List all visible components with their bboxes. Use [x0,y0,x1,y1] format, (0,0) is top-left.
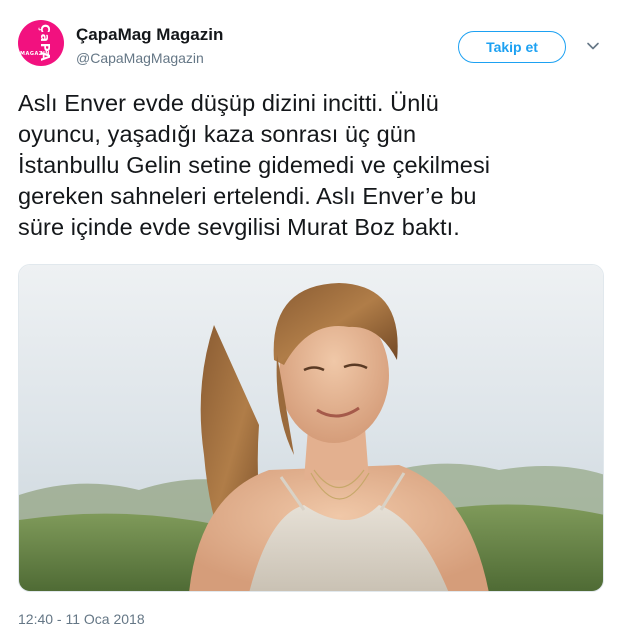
avatar[interactable]: ÇaPA MAGAZIN [18,20,64,66]
tweet-timestamp[interactable]: 12:40 - 11 Oca 2018 [18,611,145,627]
tweet-photo[interactable] [18,264,604,592]
display-name[interactable]: ÇapaMag Magazin [76,25,223,45]
follow-button[interactable]: Takip et [458,31,566,63]
tweet-card: ÇaPA MAGAZIN ÇapaMag Magazin @CapaMagMag… [0,0,635,643]
account-handle[interactable]: @CapaMagMagazin [76,50,204,66]
tweet-text: Aslı Enver evde düşüp dizini incitti. Ün… [18,90,491,240]
avatar-logo-subtext: MAGAZIN [20,51,50,57]
photo-woman-outdoors [19,265,603,591]
chevron-down-icon[interactable] [586,39,600,53]
